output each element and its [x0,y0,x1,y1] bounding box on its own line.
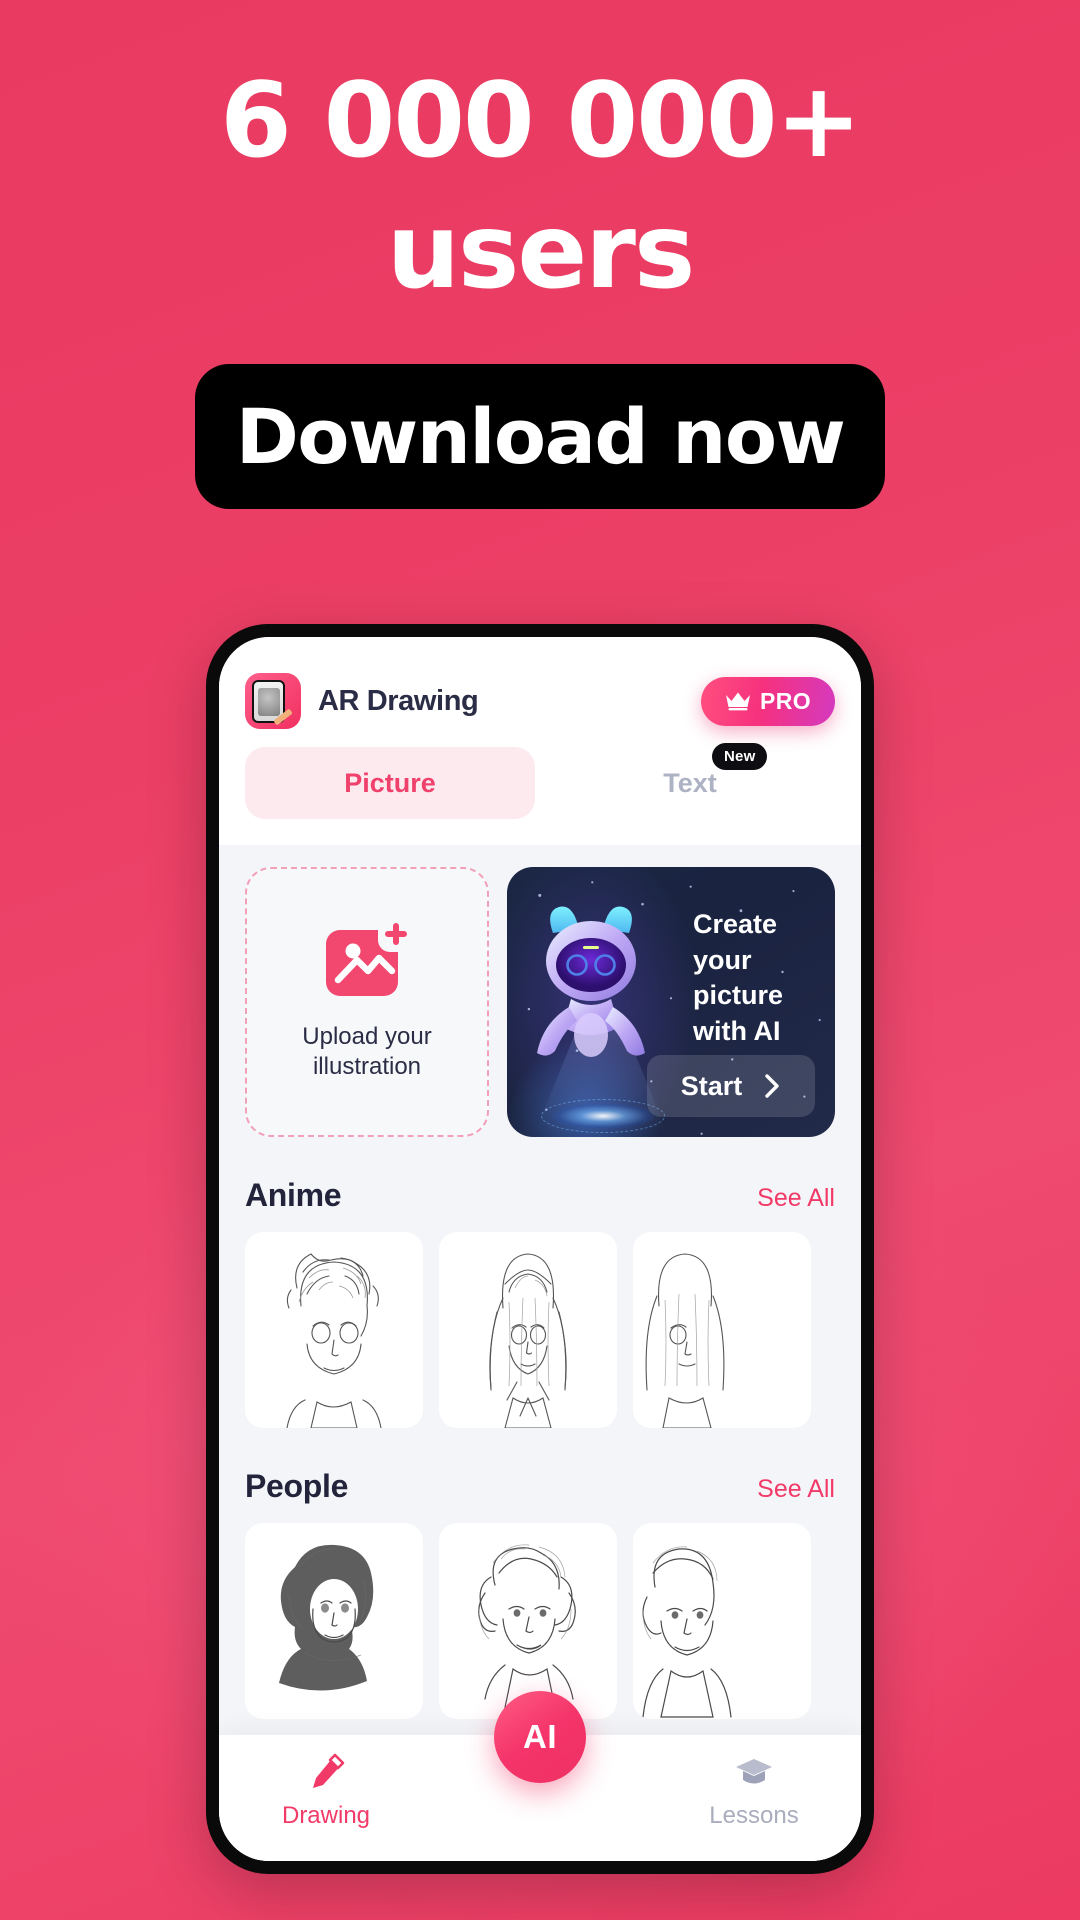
section-header-people: People See All [219,1428,861,1523]
platform-glow-decoration [551,1103,655,1129]
phone-mockup: AR Drawing PRO Picture Text New Upload y… [206,624,874,1874]
nav-label-drawing: Drawing [281,1802,371,1829]
pro-badge[interactable]: PRO [700,676,835,726]
pro-badge-label: PRO [759,687,811,714]
anime-girl-lineart [489,1253,567,1428]
graduation-cap-icon [736,1759,772,1784]
anime-boy-lineart [286,1253,382,1428]
thumb-people-3[interactable] [633,1523,811,1719]
top-cards-row: Upload your illustration Create your pic… [219,845,861,1137]
pencil-icon [313,1753,345,1788]
anime-girl-lineart-2 [645,1253,725,1428]
section-title-people: People [245,1468,349,1504]
hero-title-line-1: 6 000 000+ [220,61,862,181]
download-now-button[interactable]: Download now [195,364,885,509]
section-header-anime: Anime See All [219,1137,861,1232]
see-all-people[interactable]: See All [757,1475,835,1504]
portrait-man-sketch [642,1546,732,1718]
thumb-people-1[interactable] [245,1523,423,1719]
ai-headline-line-1: Create [693,909,778,939]
upload-card-text: Upload your illustration [302,1022,431,1082]
thumb-anime-1[interactable] [245,1232,423,1428]
thumb-people-2[interactable] [439,1523,617,1719]
phone-screen: AR Drawing PRO Picture Text New Upload y… [219,637,861,1861]
hero-section: 6 000 000+ users Download now [0,0,1080,509]
app-header: AR Drawing PRO Picture Text New [219,637,861,845]
portrait-woman-sketch-2 [478,1544,576,1718]
chevron-right-icon [765,1074,779,1098]
create-with-ai-card[interactable]: Create your picture with AI Start [507,867,835,1137]
start-button[interactable]: Start [647,1055,815,1117]
thumb-row-anime[interactable] [219,1232,861,1428]
ai-fab-button[interactable]: AI [494,1691,586,1783]
tab-text[interactable]: Text New [545,743,835,819]
new-badge: New [712,743,768,770]
upload-illustration-card[interactable]: Upload your illustration [245,867,489,1137]
hero-title-line-2: users [386,192,696,312]
tab-text-label: Text [663,767,717,798]
page-title: 6 000 000+ users [0,70,1080,304]
nav-item-drawing[interactable]: Drawing [241,1751,411,1830]
ai-card-headline: Create your picture with AI [693,907,815,1050]
section-title-anime: Anime [245,1177,342,1213]
thumb-row-people[interactable] [219,1523,861,1719]
thumb-anime-2[interactable] [439,1232,617,1428]
crown-icon [725,692,750,711]
nav-item-lessons[interactable]: Lessons [669,1751,839,1830]
bottom-navigation: Drawing Lessons AI [219,1691,861,1861]
tab-bar: Picture Text New [245,729,835,845]
upload-card-line-2: illustration [312,1053,422,1080]
tab-picture-label: Picture [344,767,436,798]
app-title: AR Drawing [318,684,479,717]
app-icon-ar-drawing [245,673,301,729]
portrait-woman-sketch [279,1544,374,1691]
ai-headline-line-2: your picture [693,944,784,1011]
start-button-label: Start [680,1070,743,1101]
upload-card-line-1: Upload your [302,1023,432,1050]
thumb-anime-3[interactable] [633,1232,811,1428]
see-all-anime[interactable]: See All [757,1184,835,1213]
ai-headline-line-3: with AI [693,1015,781,1046]
tab-picture[interactable]: Picture [245,747,535,819]
nav-label-lessons: Lessons [709,1802,799,1829]
image-plus-icon [326,923,407,996]
